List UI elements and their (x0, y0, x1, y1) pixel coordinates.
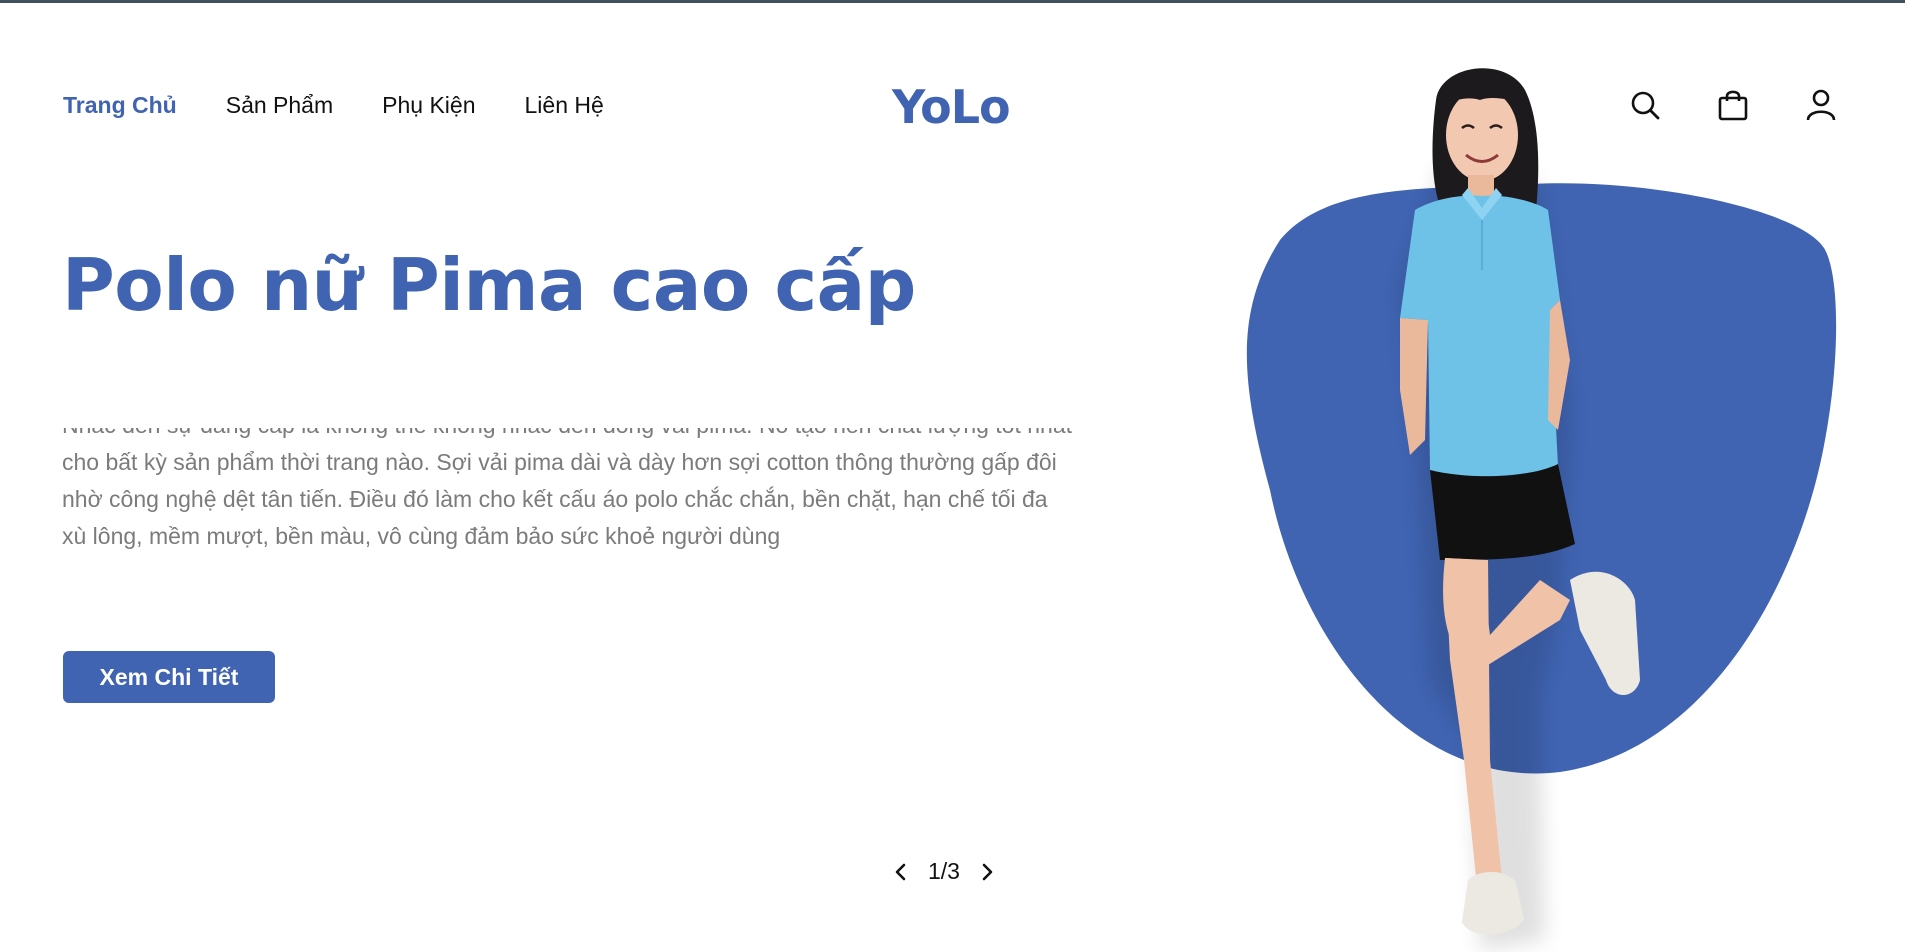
chevron-right-icon[interactable] (974, 859, 1000, 885)
view-details-button[interactable]: Xem Chi Tiết (63, 651, 275, 703)
hero-title: Polo nữ Pima cao cấp (62, 243, 916, 327)
slide-pager: 1/3 (888, 858, 1000, 885)
hero-description: Nhắc đến sự đẳng cấp là không thể không … (62, 428, 1072, 549)
shopping-bag-icon[interactable] (1716, 88, 1750, 122)
user-icon[interactable] (1804, 88, 1838, 122)
slide-counter: 1/3 (928, 858, 960, 884)
brand-logo[interactable]: YoLo (892, 80, 1011, 134)
nav-item-products[interactable]: Sản Phẩm (226, 92, 333, 119)
search-icon[interactable] (1628, 88, 1662, 122)
hero-page: Trang Chủ Sản Phẩm Phụ Kiện Liên Hệ YoLo (0, 0, 1890, 952)
nav-item-contact[interactable]: Liên Hệ (525, 92, 604, 119)
hero-description-viewport: Nhắc đến sự đẳng cấp là không thể không … (62, 428, 1082, 556)
header-icons (1628, 88, 1838, 122)
nav-item-accessories[interactable]: Phụ Kiện (382, 92, 475, 119)
chevron-left-icon[interactable] (888, 859, 914, 885)
nav-item-home[interactable]: Trang Chủ (63, 92, 177, 119)
main-nav: Trang Chủ Sản Phẩm Phụ Kiện Liên Hệ (63, 92, 604, 119)
hero-image (1246, 68, 1837, 950)
